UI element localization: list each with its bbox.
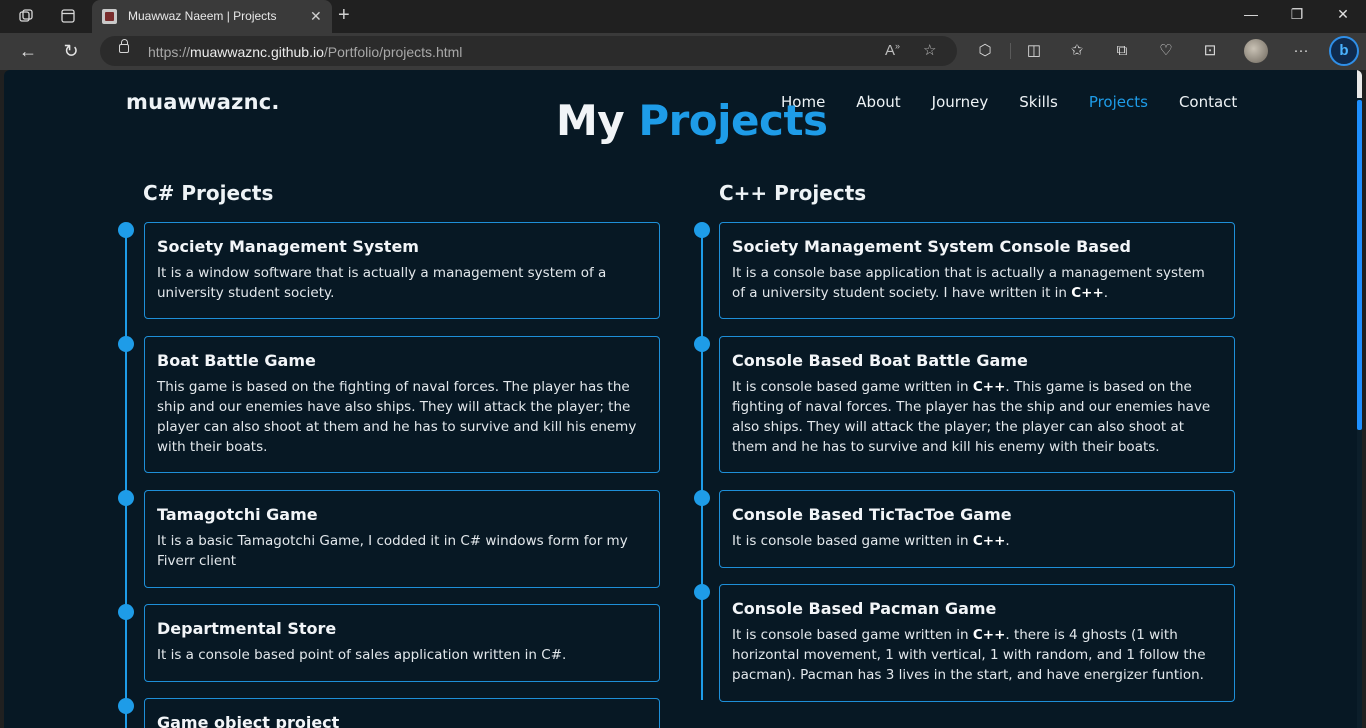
timeline-dot bbox=[694, 222, 710, 238]
timeline-dot bbox=[694, 584, 710, 600]
new-tab-icon[interactable]: + bbox=[338, 4, 350, 27]
url-text[interactable]: https://muawwaznc.github.io/Portfolio/pr… bbox=[148, 44, 462, 60]
favorites-icon[interactable]: ✩ bbox=[1066, 40, 1088, 62]
browser-toolbar: ← ↻ https://muawwaznc.github.io/Portfoli… bbox=[0, 33, 1366, 70]
more-menu-icon[interactable]: ··· bbox=[1290, 40, 1312, 62]
page-scrollbar[interactable] bbox=[1357, 70, 1362, 728]
cpp-heading: C++ Projects bbox=[719, 181, 867, 205]
project-card[interactable]: Society Management System Console Based … bbox=[719, 222, 1235, 319]
timeline-dot bbox=[118, 490, 134, 506]
browser-tab-strip: Muawwaz Naeem | Projects ✕ + — ❐ ✕ bbox=[0, 0, 1366, 33]
browser-essentials-icon[interactable]: ♡ bbox=[1155, 40, 1177, 62]
browser-tab-active[interactable]: Muawwaz Naeem | Projects ✕ bbox=[92, 0, 332, 33]
project-title: Departmental Store bbox=[157, 619, 337, 638]
cpp-timeline bbox=[701, 230, 703, 700]
project-description: It is a console base application that is… bbox=[732, 265, 1205, 301]
project-description: It is a console based point of sales app… bbox=[157, 647, 567, 663]
project-description: This game is based on the fighting of na… bbox=[157, 379, 637, 455]
project-description: It is a basic Tamagotchi Game, I codded … bbox=[157, 533, 628, 569]
timeline-dot bbox=[118, 604, 134, 620]
csharp-heading: C# Projects bbox=[143, 181, 274, 205]
page-viewport: muawwaznc. Home About Journey Skills Pro… bbox=[4, 70, 1362, 728]
project-title: Society Management System Console Based bbox=[732, 237, 1131, 256]
back-arrow-icon[interactable]: ← bbox=[15, 39, 41, 63]
read-aloud-icon[interactable]: A» bbox=[885, 41, 900, 59]
extensions-icon[interactable]: ⬡ bbox=[974, 40, 996, 62]
tab-actions-icon[interactable] bbox=[54, 4, 82, 28]
timeline-dot bbox=[118, 222, 134, 238]
project-card[interactable]: Society Management System It is a window… bbox=[144, 222, 660, 319]
split-screen-icon[interactable]: ◫ bbox=[1023, 40, 1045, 62]
page-title: My Projects bbox=[556, 96, 828, 145]
csharp-timeline bbox=[125, 230, 127, 728]
nav-projects[interactable]: Projects bbox=[1089, 93, 1148, 111]
scrollbar-track-top bbox=[1357, 70, 1362, 98]
project-title: Tamagotchi Game bbox=[157, 505, 318, 524]
restore-icon[interactable]: ❐ bbox=[1274, 6, 1320, 23]
project-title: Game object project bbox=[157, 713, 340, 728]
site-nav: Home About Journey Skills Projects Conta… bbox=[781, 93, 1237, 111]
bing-copilot-icon[interactable]: b bbox=[1329, 36, 1359, 66]
nav-journey[interactable]: Journey bbox=[932, 93, 989, 111]
workspaces-icon[interactable] bbox=[12, 4, 40, 28]
window-close-icon[interactable]: ✕ bbox=[1320, 6, 1366, 23]
screenshot-icon[interactable]: ⊡ bbox=[1199, 40, 1221, 62]
refresh-icon[interactable]: ↻ bbox=[58, 39, 84, 63]
project-card[interactable]: Console Based TicTacToe Game It is conso… bbox=[719, 490, 1235, 568]
project-title: Console Based TicTacToe Game bbox=[732, 505, 1012, 524]
lock-icon bbox=[119, 39, 129, 53]
site-logo[interactable]: muawwaznc. bbox=[126, 90, 280, 114]
project-card[interactable]: Tamagotchi Game It is a basic Tamagotchi… bbox=[144, 490, 660, 588]
nav-contact[interactable]: Contact bbox=[1179, 93, 1237, 111]
profile-avatar[interactable] bbox=[1244, 39, 1268, 63]
timeline-dot bbox=[694, 336, 710, 352]
timeline-dot bbox=[118, 336, 134, 352]
project-card[interactable]: Departmental Store It is a console based… bbox=[144, 604, 660, 682]
timeline-dot bbox=[694, 490, 710, 506]
project-description: It is console based game written in C++.… bbox=[732, 379, 1211, 455]
toolbar-divider bbox=[1010, 43, 1011, 59]
project-description: It is console based game written in C++. bbox=[732, 533, 1010, 549]
project-card[interactable]: Boat Battle Game This game is based on t… bbox=[144, 336, 660, 473]
project-description: It is console based game written in C++.… bbox=[732, 627, 1206, 683]
project-description: It is a window software that is actually… bbox=[157, 265, 607, 301]
project-card[interactable]: Game object project bbox=[144, 698, 660, 728]
project-card[interactable]: Console Based Boat Battle Game It is con… bbox=[719, 336, 1235, 473]
collections-icon[interactable]: ⧉ bbox=[1111, 40, 1133, 62]
timeline-dot bbox=[118, 698, 134, 714]
nav-skills[interactable]: Skills bbox=[1019, 93, 1058, 111]
favicon-icon bbox=[102, 9, 117, 24]
tab-title: Muawwaz Naeem | Projects bbox=[128, 9, 277, 23]
favorite-star-icon[interactable]: ☆ bbox=[923, 41, 936, 59]
project-title: Society Management System bbox=[157, 237, 419, 256]
address-bar[interactable]: https://muawwaznc.github.io/Portfolio/pr… bbox=[100, 36, 957, 66]
minimize-icon[interactable]: — bbox=[1228, 6, 1274, 22]
project-title: Boat Battle Game bbox=[157, 351, 316, 370]
project-title: Console Based Boat Battle Game bbox=[732, 351, 1028, 370]
close-tab-icon[interactable]: ✕ bbox=[310, 8, 322, 25]
nav-about[interactable]: About bbox=[856, 93, 900, 111]
scrollbar-thumb[interactable] bbox=[1357, 100, 1362, 430]
project-title: Console Based Pacman Game bbox=[732, 599, 997, 618]
project-card[interactable]: Console Based Pacman Game It is console … bbox=[719, 584, 1235, 702]
